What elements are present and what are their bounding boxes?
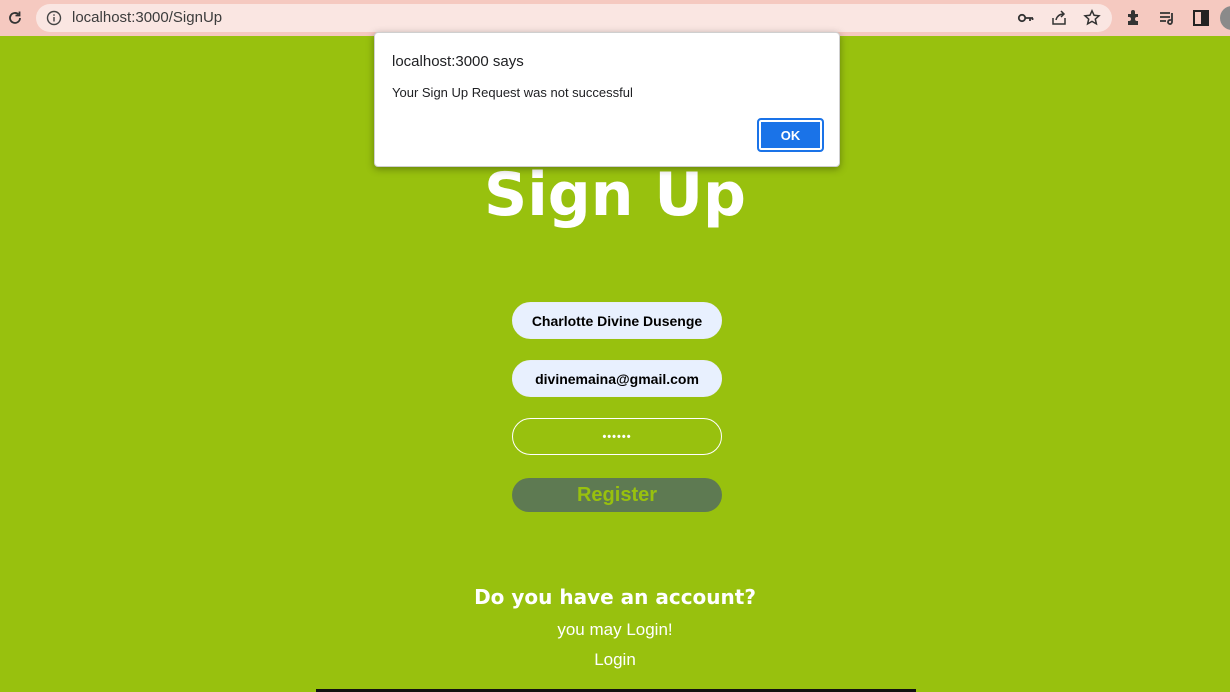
reload-icon[interactable]: [4, 7, 26, 29]
share-icon[interactable]: [1049, 8, 1069, 28]
alert-dialog: localhost:3000 says Your Sign Up Request…: [374, 32, 840, 167]
profile-avatar[interactable]: [1220, 6, 1230, 30]
ok-button[interactable]: OK: [757, 118, 824, 152]
account-question: Do you have an account?: [474, 585, 756, 609]
star-icon[interactable]: [1082, 8, 1102, 28]
login-prompt: you may Login!: [557, 620, 673, 639]
url-path: /SignUp: [168, 9, 223, 26]
page-title: Sign Up: [483, 160, 746, 230]
reading-list-icon[interactable]: [1156, 7, 1178, 29]
dialog-message: Your Sign Up Request was not successful: [392, 85, 633, 100]
dialog-title: localhost:3000 says: [392, 53, 524, 70]
side-panel-icon[interactable]: [1190, 7, 1212, 29]
extensions-icon[interactable]: [1123, 7, 1145, 29]
address-bar[interactable]: localhost:3000/SignUp: [36, 4, 1112, 32]
login-link-row: Login: [0, 650, 1230, 670]
key-icon[interactable]: [1016, 8, 1036, 28]
info-icon[interactable]: [46, 10, 62, 26]
url-host: localhost:3000: [72, 9, 169, 26]
email-field[interactable]: [512, 360, 722, 397]
password-field[interactable]: [512, 418, 722, 455]
login-link[interactable]: Login: [594, 650, 636, 669]
name-field[interactable]: [512, 302, 722, 339]
register-button[interactable]: Register: [512, 478, 722, 512]
browser-toolbar: localhost:3000/SignUp: [0, 0, 1230, 36]
url-text[interactable]: localhost:3000/SignUp: [72, 4, 222, 32]
